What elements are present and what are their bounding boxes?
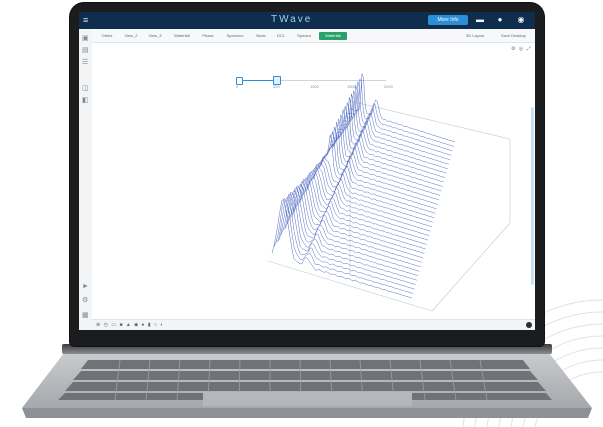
top-bar: ≡ TWave More Info ▬ ● ◉ (79, 12, 535, 29)
tab-waterfall-active[interactable]: Waterfall (319, 32, 347, 40)
layers-icon[interactable]: ◧ (82, 97, 89, 104)
save-desktop-button[interactable]: Save Desktop (501, 32, 526, 40)
tab-spectra[interactable]: Spectra (292, 32, 316, 40)
tab-dcl[interactable]: DCL (272, 32, 290, 40)
settings-icon[interactable]: ⚙ (82, 297, 89, 304)
hamburger-icon[interactable]: ≡ (83, 15, 93, 26)
waterfall-trace (289, 184, 422, 263)
tab-view-2[interactable]: View_2 (120, 32, 142, 40)
waterfall-trace (280, 191, 417, 281)
axis-line (349, 100, 511, 140)
left-rail: ▣ ▤ ☰ ◫ ◧ ► ⚙ ▦ (79, 29, 93, 330)
folder-icon[interactable]: ▣ (82, 35, 89, 42)
more-info-button[interactable]: More Info (428, 15, 468, 25)
tab-phase[interactable]: Phase (198, 32, 218, 40)
tab-bode[interactable]: Bode (252, 32, 270, 40)
waterfall-trace (291, 180, 424, 259)
waterfall-3d-plot[interactable] (92, 43, 535, 319)
tab-view-3[interactable]: View_3 (144, 32, 166, 40)
waterfall-trace (343, 85, 452, 156)
tab-orbits[interactable]: Orbits (96, 32, 118, 40)
waterfall-trace (303, 170, 430, 236)
sensor-icon[interactable]: ◫ (82, 85, 89, 92)
tab-waterfall-1[interactable]: Waterfall (168, 32, 196, 40)
list-icon[interactable]: ☰ (82, 59, 89, 66)
layout-3d-button[interactable]: 3D Layout (466, 32, 484, 40)
waterfall-trace (338, 93, 449, 165)
axis-line (431, 222, 511, 312)
app-logo: TWave (271, 14, 313, 25)
waterfall-trace (341, 90, 451, 161)
laptop-screen: ≡ TWave More Info ▬ ● ◉ ▣ ▤ ☰ ◫ ◧ ► ⚙ ▦ … (79, 12, 535, 330)
tab-bar: Orbits View_2 View_3 Waterfall Phase Spe… (92, 29, 535, 43)
waterfall-trace (347, 77, 454, 147)
bottom-toolbar: ⊕ ◷ ▭ ■ ▲ ◆ ● ▮ ○ ◐ (92, 319, 535, 330)
help-icon[interactable]: ● (495, 15, 505, 25)
waterfall-trace (349, 73, 456, 143)
waterfall-trace (336, 97, 448, 169)
waterfall-trace (273, 197, 414, 294)
status-dot (526, 322, 532, 328)
bottom-tools[interactable]: ⊕ ◷ ▭ ■ ▲ ◆ ● ▮ ○ ◐ (96, 322, 164, 328)
chat-icon[interactable]: ▬ (475, 15, 485, 25)
grid-icon[interactable]: ▦ (82, 312, 89, 319)
waterfall-trace (332, 106, 446, 178)
tab-spectrum[interactable]: Spectrum (220, 32, 250, 40)
user-icon[interactable]: ◉ (515, 15, 527, 25)
chart-icon[interactable]: ▤ (82, 47, 89, 54)
play-icon[interactable]: ► (82, 283, 89, 290)
waterfall-trace (345, 81, 453, 152)
waterfall-trace (278, 193, 416, 285)
